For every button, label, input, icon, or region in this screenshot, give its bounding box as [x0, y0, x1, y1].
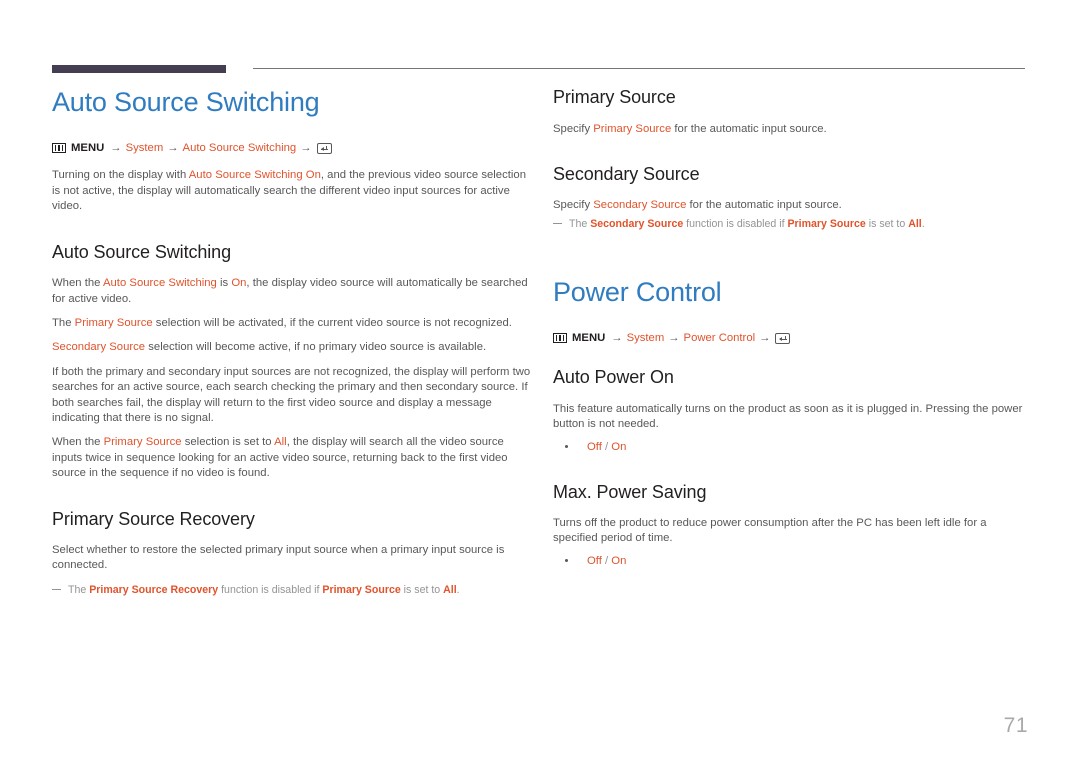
note-dash-icon — [52, 588, 61, 591]
option-separator: / — [601, 440, 612, 453]
arrow-glyph: → — [611, 332, 623, 345]
menu-label: MENU — [572, 332, 606, 345]
menu-path-item-auto-source-switching: Auto Source Switching — [182, 142, 297, 155]
option-value-on: On — [611, 554, 627, 567]
highlight-term: Secondary Source — [590, 217, 684, 230]
text-fragment: selection will be activated, if the curr… — [152, 316, 512, 329]
max-power-saving-options: Off / On — [553, 553, 1033, 569]
text-fragment: When the — [52, 436, 104, 449]
highlight-term: Auto Source Switching — [102, 277, 217, 290]
highlight-term: Primary Source — [103, 436, 182, 449]
section-title-power-control: Power Control — [553, 276, 722, 307]
section1-paragraph-2: The Primary Source selection will be act… — [52, 316, 532, 331]
text-fragment: function is disabled if — [218, 583, 323, 596]
highlight-term: On — [231, 277, 247, 290]
list-item: Off / On — [565, 553, 1033, 569]
option-separator: / — [601, 554, 612, 567]
text-fragment: selection is set to — [181, 436, 275, 449]
text-fragment: Turning on the display with — [52, 169, 189, 182]
max-power-saving-paragraph: Turns off the product to reduce power co… — [553, 517, 987, 545]
menu-path-item-system: System — [626, 332, 665, 345]
text-fragment: for the automatic input source. — [671, 122, 827, 135]
section1-paragraph-5: When the Primary Source selection is set… — [52, 435, 532, 481]
secondary-source-paragraph: Specify Secondary Source for the automat… — [553, 198, 1033, 213]
option-value-off: Off — [587, 440, 602, 453]
section1-paragraph-3: Secondary Source selection will become a… — [52, 340, 532, 355]
highlight-term: All — [274, 436, 287, 449]
left-column: Auto Source Switching MENU → System → Au… — [52, 86, 532, 606]
text-fragment: function is disabled if — [683, 217, 788, 230]
highlight-term: Secondary Source — [52, 341, 146, 354]
highlight-term: Secondary Source — [593, 199, 687, 212]
highlight-term: All — [908, 217, 922, 230]
text-fragment: The — [569, 217, 591, 230]
menu-path-item-power-control: Power Control — [683, 332, 756, 345]
option-value-off: Off — [587, 554, 602, 567]
menu-path-item-system: System — [125, 142, 164, 155]
section1-paragraph-4: If both the primary and secondary input … — [52, 365, 531, 424]
enter-key-icon — [316, 142, 332, 154]
subheading-primary-source-recovery: Primary Source Recovery — [52, 508, 255, 529]
bullet-icon — [565, 558, 568, 562]
option-value-on: On — [611, 440, 627, 453]
text-fragment: The — [52, 316, 75, 329]
enter-key-icon — [775, 332, 791, 344]
note-secondary-source: The Secondary Source function is disable… — [553, 217, 1033, 232]
arrow-glyph: → — [300, 142, 312, 155]
highlight-term: Primary Source — [787, 217, 866, 230]
section1-paragraph-1: When the Auto Source Switching is On, th… — [52, 276, 532, 307]
text-fragment: Specify — [553, 122, 594, 135]
highlight-term: All — [443, 583, 457, 596]
text-fragment: is — [216, 277, 232, 290]
page-header-rules — [0, 0, 1080, 80]
text-fragment: is set to — [400, 583, 444, 596]
text-fragment: for the automatic input source. — [686, 199, 842, 212]
text-fragment: Specify — [553, 199, 594, 212]
subheading-secondary-source: Secondary Source — [553, 163, 700, 184]
menu-box-icon — [52, 143, 66, 154]
text-fragment: The — [68, 583, 90, 596]
arrow-glyph: → — [759, 332, 771, 345]
subheading-primary-source: Primary Source — [553, 87, 676, 107]
text-fragment: is set to — [865, 217, 909, 230]
header-thin-rule — [253, 68, 1025, 69]
subheading-auto-power-on: Auto Power On — [553, 367, 674, 388]
bullet-icon — [565, 444, 568, 448]
text-fragment: . — [456, 583, 460, 596]
manual-page: Auto Source Switching MENU → System → Au… — [0, 0, 1080, 763]
arrow-glyph: → — [110, 142, 122, 155]
menu-path-power-control: MENU → System → Power Control → — [553, 330, 1033, 346]
note-dash-icon — [553, 222, 562, 225]
highlight-term: Primary Source — [74, 316, 153, 329]
text-fragment: When the — [52, 277, 103, 290]
header-thick-rule — [52, 65, 226, 73]
right-column: Primary Source Specify Primary Source fo… — [553, 86, 1033, 569]
highlight-term: Primary Source — [322, 583, 401, 596]
auto-power-on-options: Off / On — [553, 439, 1033, 455]
section2-paragraph-1: Select whether to restore the selected p… — [52, 544, 505, 572]
primary-source-paragraph: Specify Primary Source for the automatic… — [553, 122, 1033, 137]
list-item: Off / On — [565, 439, 1033, 455]
arrow-glyph: → — [668, 332, 680, 345]
subheading-max-power-saving: Max. Power Saving — [553, 481, 707, 502]
text-fragment: selection will become active, if no prim… — [145, 341, 487, 354]
intro-paragraph: Turning on the display with Auto Source … — [52, 168, 532, 214]
note-primary-source-recovery: The Primary Source Recovery function is … — [52, 583, 532, 598]
auto-power-on-paragraph: This feature automatically turns on the … — [553, 402, 1023, 431]
subheading-auto-source-switching: Auto Source Switching — [52, 241, 231, 262]
page-number: 71 — [1003, 714, 1028, 737]
menu-path-auto-source-switching: MENU → System → Auto Source Switching → — [52, 140, 532, 156]
page-title: Auto Source Switching — [52, 87, 320, 117]
text-fragment: . — [921, 217, 925, 230]
highlight-term: Primary Source — [593, 122, 672, 135]
arrow-glyph: → — [167, 142, 179, 155]
highlight-term: Auto Source Switching On — [188, 169, 321, 182]
menu-label: MENU — [71, 142, 105, 155]
highlight-term: Primary Source Recovery — [89, 583, 219, 596]
menu-box-icon — [553, 333, 567, 344]
